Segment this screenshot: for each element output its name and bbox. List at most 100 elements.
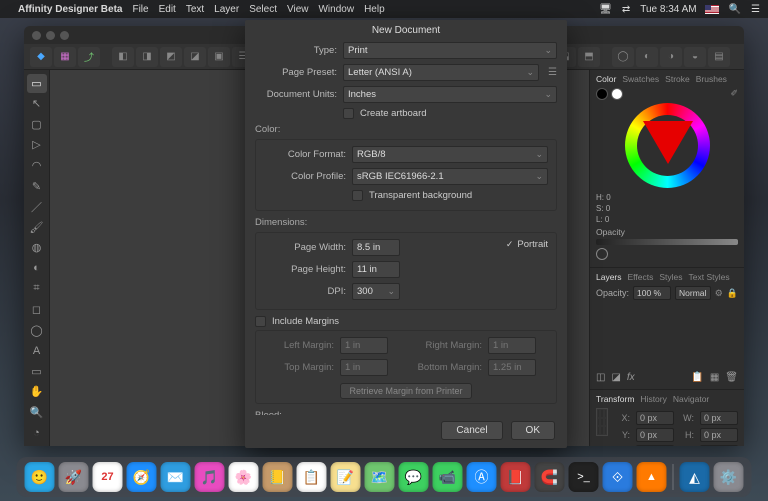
pencil-tool-icon[interactable]: ／	[27, 197, 47, 216]
toolbar-button[interactable]: ◑	[660, 47, 682, 67]
blend-mode-select[interactable]: Normal	[675, 286, 711, 300]
dock-photos-icon[interactable]: 🌸	[229, 462, 259, 492]
dock-terminal-icon[interactable]: >_	[569, 462, 599, 492]
dock-reminders-icon[interactable]: 📋	[297, 462, 327, 492]
corner-tool-icon[interactable]: ◠	[27, 156, 47, 175]
shape-tool-icon[interactable]: ◻	[27, 300, 47, 319]
dock-affinity-icon[interactable]: ◭	[680, 462, 710, 492]
page-preset-select[interactable]: Letter (ANSI A)	[343, 64, 539, 81]
gear-icon[interactable]: ⚙	[715, 288, 723, 299]
transform-x[interactable]: 0 px	[636, 411, 674, 425]
menu-window[interactable]: Window	[318, 4, 354, 15]
toolbar-button[interactable]: ◨	[136, 47, 158, 67]
tab-effects[interactable]: Effects	[628, 272, 654, 282]
transform-r[interactable]: 0 °	[636, 445, 674, 446]
toolbar-button[interactable]: ◪	[184, 47, 206, 67]
transform-s[interactable]: 0 °	[700, 445, 738, 446]
dock-itunes-icon[interactable]: 🎵	[195, 462, 225, 492]
menu-edit[interactable]: Edit	[159, 4, 176, 15]
dock-safari-icon[interactable]: 🧭	[127, 462, 157, 492]
app-name[interactable]: Affinity Designer Beta	[18, 4, 122, 15]
layer-delete-icon[interactable]: 🗑	[725, 372, 738, 383]
layer-group-icon[interactable]: ▦	[710, 372, 719, 383]
color-picker-tool-icon[interactable]: ◔	[27, 424, 47, 443]
tab-navigator[interactable]: Navigator	[673, 394, 709, 404]
color-format-select[interactable]: RGB/8	[352, 146, 548, 163]
dropper-icon[interactable]: ✐	[730, 88, 738, 100]
dock-vscode-icon[interactable]: ⟐	[603, 462, 633, 492]
tab-transform[interactable]: Transform	[596, 394, 634, 404]
toolbar-button[interactable]: ◯	[612, 47, 634, 67]
tab-color[interactable]: Color	[596, 74, 616, 84]
dock-finder-icon[interactable]: 🙂	[25, 462, 55, 492]
anchor-grid[interactable]	[596, 408, 608, 436]
tab-layers[interactable]: Layers	[596, 272, 622, 282]
dock-notes-icon[interactable]: 📝	[331, 462, 361, 492]
zoom-tool-icon[interactable]: 🔍	[27, 403, 47, 422]
persona-designer-icon[interactable]: ◆	[30, 47, 52, 67]
type-select[interactable]: Print	[343, 42, 557, 59]
none-swatch[interactable]	[596, 248, 608, 260]
move-tool-icon[interactable]: ▭	[27, 74, 47, 93]
color-profile-select[interactable]: sRGB IEC61966-2.1	[352, 168, 548, 185]
crop-tool-icon[interactable]: ⌗	[27, 280, 47, 299]
orientation-check-icon[interactable]: ✓	[506, 239, 514, 250]
menu-file[interactable]: File	[132, 4, 148, 15]
layer-clip-icon[interactable]: 📋	[691, 372, 703, 383]
units-select[interactable]: Inches	[343, 86, 557, 103]
toolbar-button[interactable]: ⬒	[578, 47, 600, 67]
tab-text-styles[interactable]: Text Styles	[689, 272, 730, 282]
dock-calendar-icon[interactable]: 27	[93, 462, 123, 492]
ok-button[interactable]: OK	[511, 421, 555, 440]
page-height-input[interactable]	[352, 261, 400, 278]
create-artboard-checkbox[interactable]	[343, 108, 354, 119]
tab-brushes[interactable]: Brushes	[696, 74, 727, 84]
display-icon[interactable]: 🖥	[599, 4, 612, 15]
artboard-tool-icon[interactable]: ▢	[27, 115, 47, 134]
transparent-bg-checkbox[interactable]	[352, 190, 363, 201]
page-width-input[interactable]	[352, 239, 400, 256]
persona-export-icon[interactable]: ⤴	[78, 47, 100, 67]
transform-w[interactable]: 0 px	[700, 411, 738, 425]
menu-view[interactable]: View	[287, 4, 309, 15]
tab-stroke[interactable]: Stroke	[665, 74, 690, 84]
control-center-icon[interactable]: ☰	[751, 4, 760, 15]
lock-icon[interactable]: 🔒	[727, 288, 738, 299]
toolbar-button[interactable]: ▤	[708, 47, 730, 67]
hand-tool-icon[interactable]: ✋	[27, 382, 47, 401]
brush-tool-icon[interactable]: 🖌	[27, 218, 47, 237]
fill-tool-icon[interactable]: ◍	[27, 239, 47, 258]
preset-options-icon[interactable]: ☰	[548, 67, 557, 78]
tab-swatches[interactable]: Swatches	[622, 74, 659, 84]
layers-opacity-input[interactable]: 100 %	[633, 286, 671, 300]
include-margins-checkbox[interactable]	[255, 316, 266, 327]
layer-fx-label[interactable]: fx	[627, 372, 635, 383]
dock-appstore-icon[interactable]: Ⓐ	[467, 462, 497, 492]
toolbar-button[interactable]: ◧	[112, 47, 134, 67]
color-wheel[interactable]	[610, 103, 725, 188]
toolbar-button[interactable]: ▣	[208, 47, 230, 67]
dock-mail-icon[interactable]: ✉️	[161, 462, 191, 492]
node-tool-icon[interactable]: ▷	[27, 136, 47, 155]
dock-launchpad-icon[interactable]: 🚀	[59, 462, 89, 492]
move-tool-icon[interactable]: ↖	[27, 95, 47, 114]
toolbar-button[interactable]: ◩	[160, 47, 182, 67]
input-source-flag-icon[interactable]	[705, 5, 719, 14]
dock-contacts-icon[interactable]: 📒	[263, 462, 293, 492]
clock[interactable]: Tue 8:34 AM	[640, 4, 696, 15]
tab-styles[interactable]: Styles	[659, 272, 682, 282]
dock-settings-icon[interactable]: ⚙️	[714, 462, 744, 492]
persona-pixel-icon[interactable]: ▦	[54, 47, 76, 67]
layer-adj-icon[interactable]: ◪	[611, 372, 620, 383]
ellipse-tool-icon[interactable]: ◯	[27, 321, 47, 340]
transparency-tool-icon[interactable]: ◐	[27, 259, 47, 278]
frame-text-tool-icon[interactable]: ▭	[27, 362, 47, 381]
dock-facetime-icon[interactable]: 📹	[433, 462, 463, 492]
transform-h[interactable]: 0 px	[700, 428, 738, 442]
opacity-slider[interactable]	[596, 239, 738, 245]
toolbar-button[interactable]: ◒	[684, 47, 706, 67]
dock-vlc-icon[interactable]: ▲	[637, 462, 667, 492]
menu-select[interactable]: Select	[249, 4, 277, 15]
fill-swatch[interactable]	[596, 88, 608, 100]
toggle-icon[interactable]: ⇄	[622, 4, 630, 15]
